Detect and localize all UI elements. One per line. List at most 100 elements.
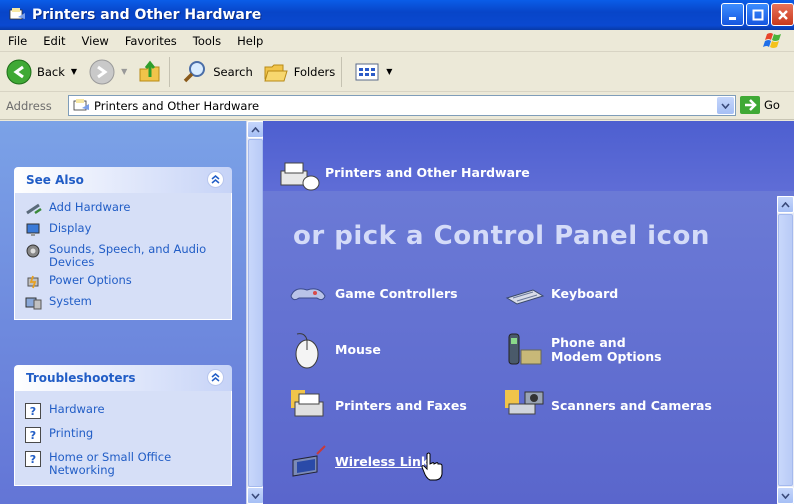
folders-button[interactable]: Folders [263, 59, 335, 85]
troubleshooters-panel: Troubleshooters ? Hardware ? Printing ? … [14, 365, 232, 486]
back-arrow-icon [6, 59, 32, 84]
help-icon: ? [25, 403, 41, 419]
wireless-link-icon [292, 445, 326, 477]
views-dropdown-icon[interactable]: ▼ [386, 67, 392, 76]
troubleshooters-header[interactable]: Troubleshooters [14, 365, 232, 391]
forward-dropdown-icon[interactable]: ▼ [121, 67, 127, 76]
address-bar: Address Printers and Other Hardware Go [0, 92, 794, 120]
address-label: Address [6, 98, 52, 113]
system-icon [25, 297, 42, 310]
scroll-thumb[interactable] [778, 214, 793, 486]
mouse-icon [295, 333, 319, 369]
see-also-system[interactable]: System [25, 295, 225, 311]
scroll-down-button[interactable] [247, 487, 264, 504]
close-icon [777, 9, 788, 20]
address-dropdown-button[interactable] [717, 97, 734, 114]
views-icon [355, 63, 379, 80]
see-also-header[interactable]: See Also [14, 167, 232, 193]
main-scrollbar[interactable] [777, 196, 794, 504]
views-button[interactable]: ▼ [354, 59, 392, 85]
phone-modem-icon [508, 333, 542, 365]
chevron-down-icon [721, 102, 730, 109]
see-also-title: See Also [26, 173, 84, 187]
minimize-button[interactable] [721, 3, 744, 26]
game-controller-icon [290, 288, 326, 301]
pick-heading: or pick a Control Panel icon [293, 221, 710, 251]
menu-tools[interactable]: Tools [185, 34, 229, 48]
cp-game-controllers[interactable]: Game Controllers [287, 274, 458, 314]
see-also-display[interactable]: Display [25, 222, 225, 238]
scroll-up-button[interactable] [247, 121, 264, 138]
printer-folder-icon [9, 8, 25, 20]
cp-mouse[interactable]: Mouse [287, 330, 381, 370]
back-dropdown-icon[interactable]: ▼ [71, 67, 77, 76]
printer-icon [291, 390, 324, 417]
see-also-collapse-button[interactable] [207, 171, 224, 188]
cp-keyboard[interactable]: Keyboard [503, 274, 618, 314]
task-pane: See Also Add Hardware Display Sounds, Sp… [0, 121, 246, 504]
chevron-down-icon [781, 492, 790, 499]
sound-icon [26, 244, 40, 258]
troubleshooters-collapse-button[interactable] [207, 369, 224, 386]
troubleshooter-home-networking[interactable]: ? Home or Small Office Networking [25, 451, 225, 477]
chevron-down-icon [251, 492, 260, 499]
cp-wireless-link[interactable]: Wireless Link [287, 442, 429, 482]
search-icon [183, 60, 206, 82]
menu-favorites[interactable]: Favorites [117, 34, 185, 48]
see-also-panel: See Also Add Hardware Display Sounds, Sp… [14, 167, 232, 320]
printer-hardware-icon [280, 162, 320, 191]
see-also-add-hardware[interactable]: Add Hardware [25, 201, 225, 217]
search-button[interactable]: Search [182, 59, 253, 85]
back-button[interactable]: Back ▼ [6, 59, 77, 85]
see-also-power-options[interactable]: Power Options [25, 274, 225, 290]
minimize-icon [728, 16, 736, 20]
cp-printers-faxes[interactable]: Printers and Faxes [287, 386, 467, 426]
chevron-up-icon [781, 201, 790, 208]
category-title: Printers and Other Hardware [325, 165, 530, 180]
chevron-up-icon [211, 373, 220, 382]
menu-view[interactable]: View [74, 34, 117, 48]
troubleshooter-hardware[interactable]: ? Hardware [25, 403, 225, 419]
windows-logo-icon [763, 33, 781, 48]
task-pane-scrollbar[interactable] [246, 121, 264, 504]
chevron-up-icon [251, 126, 260, 133]
help-icon: ? [25, 427, 41, 443]
toolbar: Back ▼ ▼ Search Folders ▼ [0, 52, 794, 92]
category-header [263, 121, 794, 191]
close-button[interactable] [771, 3, 794, 26]
folders-icon [264, 64, 288, 81]
forward-arrow-icon [89, 59, 115, 84]
power-icon [27, 275, 39, 289]
menu-bar: File Edit View Favorites Tools Help [0, 30, 794, 52]
cp-phone-modem[interactable]: Phone and Modem Options [503, 330, 681, 370]
maximize-icon [752, 9, 763, 20]
up-folder-icon [139, 60, 160, 81]
cp-scanners-cameras[interactable]: Scanners and Cameras [503, 386, 712, 426]
printer-folder-icon [73, 98, 89, 110]
scanner-camera-icon [505, 390, 544, 415]
see-also-sounds[interactable]: Sounds, Speech, and Audio Devices [25, 243, 225, 269]
address-input[interactable]: Printers and Other Hardware [68, 95, 736, 116]
scroll-up-button[interactable] [777, 196, 794, 213]
troubleshooters-title: Troubleshooters [26, 371, 136, 385]
title-bar[interactable]: Printers and Other Hardware [0, 0, 794, 30]
scroll-thumb[interactable] [248, 139, 263, 487]
forward-button[interactable]: ▼ [89, 59, 127, 85]
main-pane: Printers and Other Hardware or pick a Co… [263, 121, 794, 504]
up-folder-button[interactable] [137, 59, 163, 85]
chevron-up-icon [211, 175, 220, 184]
scroll-down-button[interactable] [777, 487, 794, 504]
go-button[interactable]: Go [740, 96, 780, 114]
add-hardware-icon [26, 203, 42, 215]
help-icon: ? [25, 451, 41, 467]
maximize-button[interactable] [746, 3, 769, 26]
go-arrow-icon [740, 96, 760, 114]
troubleshooter-printing[interactable]: ? Printing [25, 427, 225, 443]
menu-help[interactable]: Help [229, 34, 271, 48]
menu-edit[interactable]: Edit [35, 34, 73, 48]
address-value: Printers and Other Hardware [94, 98, 260, 113]
window-title: Printers and Other Hardware [32, 7, 262, 23]
menu-file[interactable]: File [0, 34, 35, 48]
display-icon [26, 223, 40, 236]
keyboard-icon [505, 289, 545, 305]
